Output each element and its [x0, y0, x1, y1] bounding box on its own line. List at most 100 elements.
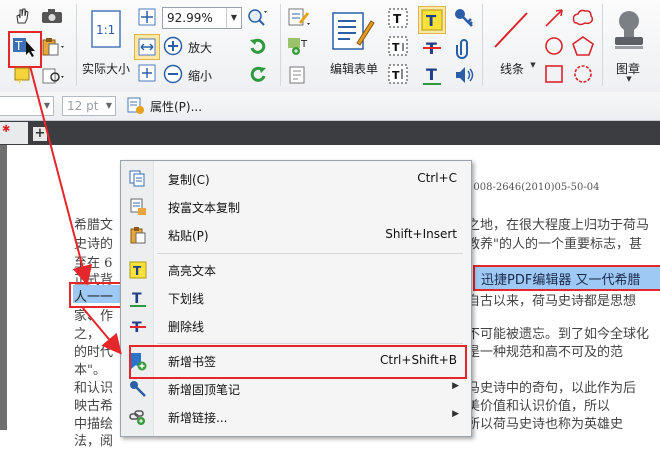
- svg-text:T: T: [392, 69, 400, 82]
- chevron-down-icon[interactable]: ▼: [103, 97, 115, 115]
- menu-item-paste[interactable]: 粘贴(P) Shift+Insert: [121, 222, 471, 248]
- paperclip-icon[interactable]: [452, 36, 476, 60]
- key-icon[interactable]: [452, 6, 476, 30]
- selected-text: 迅捷PDF编辑器 又一代希腊: [481, 273, 641, 288]
- zoom-in-icon[interactable]: [162, 35, 184, 57]
- font-size-select[interactable]: 12 pt ▼: [62, 96, 116, 116]
- comment-note-icon[interactable]: [12, 66, 36, 86]
- zoom-out-icon[interactable]: [162, 63, 184, 85]
- doc-line-right: 不可能被遗忘。到了如今全球化: [467, 327, 650, 342]
- properties-icon[interactable]: [126, 97, 146, 115]
- form-text-field-icon[interactable]: T: [386, 6, 410, 30]
- highlight-text-icon[interactable]: T: [418, 6, 446, 34]
- doc-line-left: 史诗的: [74, 237, 114, 252]
- close-icon[interactable]: ✱: [2, 124, 10, 135]
- svg-text:T: T: [300, 39, 308, 50]
- zoom-select[interactable]: 92.99% ▼: [162, 7, 242, 29]
- arrow-tool-icon[interactable]: [542, 6, 566, 30]
- font-family-select[interactable]: ▼: [0, 96, 54, 116]
- link-add-icon: [129, 408, 147, 426]
- form-field-icon[interactable]: T: [386, 34, 410, 58]
- rectangle-tool-icon[interactable]: [542, 62, 566, 86]
- form-list-icon[interactable]: T: [386, 62, 410, 86]
- actual-size-icon[interactable]: 1:1: [88, 8, 124, 50]
- cloud-shape-tool-icon[interactable]: [570, 62, 596, 86]
- doc-line-left: 映古希: [74, 399, 114, 414]
- properties-label[interactable]: 属性(P)...: [150, 98, 202, 115]
- document-header-ref: 1008-2646(2010)05-50-04: [467, 182, 600, 193]
- context-menu: 复制(C) Ctrl+C 按富文本复制 粘贴(P) Shift+Insert T…: [120, 160, 472, 437]
- font-size-value: 12 pt: [67, 99, 99, 113]
- edit-form-label[interactable]: 编辑表单: [330, 60, 378, 77]
- edit-object-icon[interactable]: [286, 64, 314, 86]
- strikeout-text-icon[interactable]: T: [420, 36, 444, 60]
- doc-line-left: 的时代: [74, 345, 114, 360]
- paste-clipboard-icon[interactable]: [40, 36, 68, 58]
- doc-line-left: 本"。: [74, 363, 106, 378]
- selected-text-box[interactable]: 迅捷PDF编辑器 又一代希腊: [473, 265, 660, 291]
- menu-item-strikethrough[interactable]: T 删除线: [121, 313, 471, 339]
- menu-item-label: 删除线: [168, 320, 205, 334]
- chevron-down-icon[interactable]: ▼: [226, 8, 241, 28]
- zoom-tool-icon[interactable]: [40, 66, 68, 86]
- chevron-down-icon[interactable]: ▼: [528, 60, 538, 70]
- cloud-tool-icon[interactable]: [570, 6, 596, 30]
- zoom-out-label[interactable]: 缩小: [188, 67, 212, 84]
- line-tool-icon[interactable]: [490, 8, 532, 52]
- stamp-icon[interactable]: [610, 6, 648, 52]
- strikethrough-icon: T: [129, 317, 147, 336]
- doc-line-right: 所以荷马史诗也称为英雄史: [467, 417, 624, 432]
- add-text-box-icon[interactable]: T: [286, 34, 314, 58]
- fit-width-icon[interactable]: [134, 34, 160, 60]
- chevron-down-icon[interactable]: ▼: [624, 74, 634, 84]
- actual-size-label[interactable]: 实际大小: [82, 60, 130, 77]
- menu-item-label: 下划线: [168, 292, 205, 306]
- menu-item-copy-rich-text[interactable]: 按富文本复制: [121, 194, 471, 220]
- polygon-tool-icon[interactable]: [570, 34, 596, 58]
- hand-tool-icon[interactable]: [12, 6, 32, 26]
- underline-icon: T: [129, 289, 147, 307]
- menu-separator: [157, 343, 463, 344]
- menu-item-underline[interactable]: T 下划线: [121, 285, 471, 311]
- ellipse-tool-icon[interactable]: [542, 34, 566, 58]
- snapshot-camera-icon[interactable]: [40, 7, 64, 25]
- paste-icon: [129, 226, 147, 244]
- line-tool-label[interactable]: 线条: [500, 60, 524, 77]
- separator: [482, 4, 483, 86]
- edit-form-icon[interactable]: [330, 8, 376, 52]
- svg-text:T: T: [426, 65, 437, 84]
- svg-text:T: T: [132, 291, 142, 307]
- zoom-value: 92.99%: [167, 11, 213, 25]
- rotate-left-icon[interactable]: [246, 35, 270, 59]
- menu-item-copy[interactable]: 复制(C) Ctrl+C: [121, 166, 471, 192]
- rotate-right-icon[interactable]: [246, 63, 270, 87]
- magnifier-icon[interactable]: [246, 7, 270, 29]
- ribbon-toolbar: T 1:1 实际大小 92.99% ▼ 放大 缩小 T 编辑表单 T T T T…: [0, 0, 660, 93]
- submenu-arrow-icon: ▶: [452, 409, 459, 419]
- menu-item-label: 复制(C): [168, 173, 210, 187]
- doc-line-left: 法，阅: [74, 434, 114, 449]
- doc-line-right: 教养"的人的一个重要标志，甚: [467, 237, 642, 252]
- edit-text-icon[interactable]: [286, 6, 312, 28]
- document-tab-bar: [0, 121, 660, 145]
- copy-icon: [129, 170, 147, 188]
- document-tab[interactable]: ✱: [0, 122, 28, 144]
- menu-item-shortcut: Shift+Insert: [385, 227, 457, 241]
- svg-text:T: T: [392, 41, 400, 54]
- properties-bar: ▼ 12 pt ▼ 属性(P)...: [0, 92, 660, 121]
- fit-page-icon[interactable]: [136, 6, 158, 28]
- menu-item-shortcut: Ctrl+C: [417, 171, 457, 185]
- menu-item-add-link[interactable]: 新增链接... ▶: [121, 404, 471, 430]
- separator: [280, 4, 281, 86]
- zoom-in-label[interactable]: 放大: [188, 39, 212, 56]
- chevron-down-icon[interactable]: ▼: [41, 97, 53, 115]
- doc-line-right: 马史诗中的奇句，以此作为后: [467, 381, 637, 396]
- doc-line-left: 希腊文: [74, 218, 114, 233]
- fit-visible-icon[interactable]: [136, 62, 158, 84]
- menu-item-add-pinned-note[interactable]: 新增固顶笔记 ▶: [121, 376, 471, 402]
- underline-text-icon[interactable]: T: [420, 63, 444, 87]
- speaker-icon[interactable]: [452, 63, 476, 87]
- menu-item-label: 高亮文本: [168, 264, 217, 278]
- new-tab-plus-icon[interactable]: +: [33, 127, 47, 141]
- menu-item-highlight-text[interactable]: T 高亮文本: [121, 257, 471, 283]
